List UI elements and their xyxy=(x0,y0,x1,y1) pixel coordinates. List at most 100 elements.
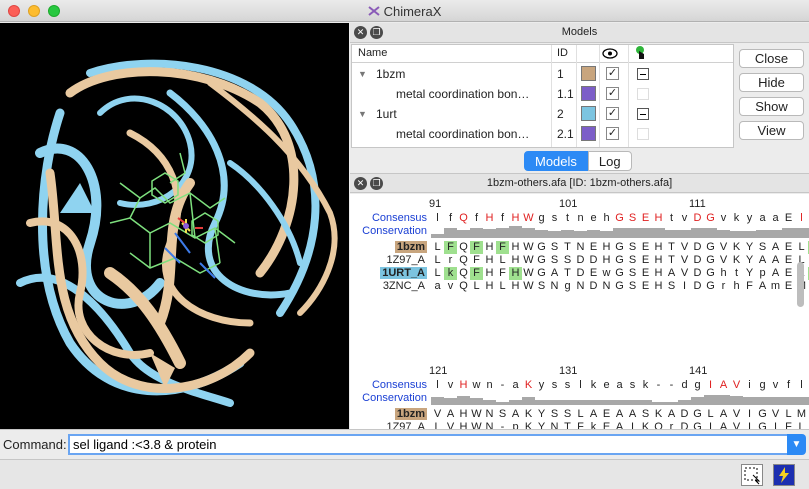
sequence-residue[interactable]: Y xyxy=(743,241,756,254)
sequence-residue[interactable]: E xyxy=(639,280,652,293)
sequence-residue[interactable]: S xyxy=(626,280,639,293)
models-table[interactable]: Name ID ▼ 1bzm 1 ✓ metal coordination bon… 1.… xyxy=(351,44,734,148)
sequence-residue[interactable]: H xyxy=(483,267,496,280)
sequence-residue[interactable]: S xyxy=(626,267,639,280)
sequence-residue[interactable]: N xyxy=(574,241,587,254)
expand-triangle-icon[interactable]: ▼ xyxy=(358,69,367,79)
column-id-header[interactable]: ID xyxy=(557,47,568,59)
sequence-residue[interactable]: F xyxy=(444,241,457,254)
sequence-residue[interactable]: p xyxy=(756,267,769,280)
sequence-residue[interactable]: L xyxy=(795,421,808,429)
model-row[interactable]: metal coordination bon… 1.1 ✓ xyxy=(352,84,733,104)
sequence-residue[interactable]: - xyxy=(496,421,509,429)
sequence-residue[interactable]: Y xyxy=(743,254,756,267)
sequence-residue[interactable]: A xyxy=(626,408,639,421)
close-model-icon[interactable] xyxy=(637,68,649,80)
sequence-residue[interactable]: S xyxy=(561,408,574,421)
sequence-residue[interactable]: Q xyxy=(457,280,470,293)
sequence-name[interactable]: 3ZNC_A xyxy=(381,280,427,293)
sequence-residue[interactable]: S xyxy=(626,241,639,254)
sequence-residue[interactable]: r xyxy=(665,421,678,429)
sequence-residue[interactable]: L xyxy=(704,408,717,421)
sequence-residue[interactable]: H xyxy=(600,241,613,254)
sequence-residue[interactable]: G xyxy=(535,267,548,280)
sequence-residue[interactable]: H xyxy=(652,267,665,280)
sequence-residue[interactable]: I xyxy=(743,421,756,429)
sequence-residue[interactable]: G xyxy=(704,241,717,254)
sequence-residue[interactable]: Q xyxy=(457,254,470,267)
sequence-residue[interactable]: W xyxy=(522,241,535,254)
sequence-residue[interactable]: F xyxy=(496,267,509,280)
quick-action-lightning-icon[interactable] xyxy=(773,464,795,486)
sequence-residue[interactable]: V xyxy=(431,408,444,421)
sequence-residue[interactable]: G xyxy=(691,408,704,421)
sequence-residue[interactable]: H xyxy=(483,241,496,254)
sequence-residue[interactable]: H xyxy=(652,280,665,293)
sequence-residue[interactable]: L xyxy=(782,408,795,421)
sequence-residue[interactable]: K xyxy=(522,421,535,429)
sequence-residue[interactable]: H xyxy=(652,254,665,267)
sequence-residue[interactable]: Q xyxy=(457,267,470,280)
sequence-residue[interactable]: F xyxy=(743,280,756,293)
sequence-residue[interactable]: G xyxy=(535,254,548,267)
sequence-residue[interactable]: L xyxy=(496,280,509,293)
select-mode-icon[interactable] xyxy=(741,464,763,486)
sequence-residue[interactable]: N xyxy=(548,421,561,429)
sequence-residue[interactable]: T xyxy=(665,241,678,254)
sequence-residue[interactable]: I xyxy=(678,280,691,293)
sequence-residue[interactable]: W xyxy=(470,408,483,421)
sequence-residue[interactable]: V xyxy=(730,408,743,421)
sequence-residue[interactable]: N xyxy=(548,280,561,293)
sequence-residue[interactable]: K xyxy=(730,254,743,267)
sequence-residue[interactable]: E xyxy=(782,241,795,254)
sequence-residue[interactable]: S xyxy=(626,254,639,267)
sequence-residue[interactable]: H xyxy=(457,408,470,421)
sequence-residue[interactable]: G xyxy=(613,254,626,267)
sequence-residue[interactable]: A xyxy=(548,267,561,280)
sequence-residue[interactable]: G xyxy=(613,241,626,254)
sequence-residue[interactable]: L xyxy=(574,408,587,421)
sequence-residue[interactable]: S xyxy=(496,408,509,421)
sequence-residue[interactable]: F xyxy=(470,267,483,280)
column-name-header[interactable]: Name xyxy=(358,47,387,59)
sequence-residue[interactable]: F xyxy=(470,241,483,254)
sequence-residue[interactable]: L xyxy=(496,254,509,267)
sequence-residue[interactable]: D xyxy=(691,241,704,254)
sequence-residue[interactable]: F xyxy=(574,421,587,429)
sequence-residue[interactable]: h xyxy=(717,267,730,280)
sequence-residue[interactable]: D xyxy=(691,280,704,293)
show-model-button[interactable]: Show xyxy=(739,97,804,116)
sequence-residue[interactable]: D xyxy=(678,421,691,429)
sequence-residue[interactable]: H xyxy=(483,254,496,267)
sequence-residue[interactable]: k xyxy=(444,267,457,280)
tab-log[interactable]: Log xyxy=(587,151,632,171)
sequence-residue[interactable]: V xyxy=(678,267,691,280)
sequence-residue[interactable]: G xyxy=(691,421,704,429)
sequence-residue[interactable]: A xyxy=(717,421,730,429)
sequence-residue[interactable]: F xyxy=(782,421,795,429)
sequence-name[interactable]: 1Z97_A xyxy=(384,421,427,429)
sequence-residue[interactable]: L xyxy=(431,267,444,280)
sequence-residue[interactable]: E xyxy=(639,241,652,254)
sequence-residue[interactable]: V xyxy=(717,241,730,254)
sequence-residue[interactable]: L xyxy=(795,241,808,254)
sequence-residue[interactable]: T xyxy=(665,254,678,267)
sequence-residue[interactable]: S xyxy=(665,280,678,293)
close-model-button[interactable]: Close xyxy=(739,49,804,68)
sequence-residue[interactable]: A xyxy=(769,267,782,280)
close-model-icon[interactable] xyxy=(637,108,649,120)
sequence-residue[interactable]: V xyxy=(444,421,457,429)
sequence-residue[interactable]: E xyxy=(782,280,795,293)
sequence-residue[interactable]: A xyxy=(613,421,626,429)
sequence-residue[interactable]: a xyxy=(431,280,444,293)
sequence-residue[interactable]: L xyxy=(431,241,444,254)
sequence-residue[interactable]: W xyxy=(470,421,483,429)
sequence-residue[interactable]: A xyxy=(756,254,769,267)
sequence-residue[interactable]: W xyxy=(522,254,535,267)
sequence-residue[interactable]: G xyxy=(613,280,626,293)
model-visibility-checkbox[interactable]: ✓ xyxy=(606,67,619,80)
sequence-residue[interactable]: Y xyxy=(743,267,756,280)
sequence-residue[interactable]: h xyxy=(730,280,743,293)
model-row[interactable]: metal coordination bon… 2.1 ✓ xyxy=(352,124,733,144)
sequence-residue[interactable]: r xyxy=(717,280,730,293)
